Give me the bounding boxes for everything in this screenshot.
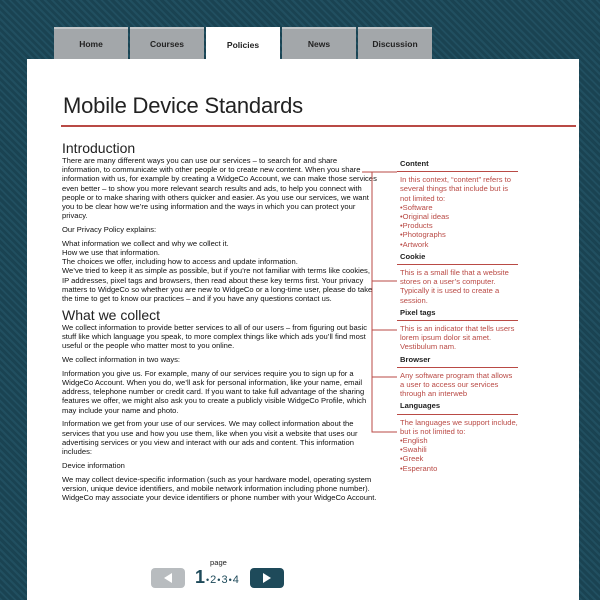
page-separator: • (228, 575, 232, 585)
collect-paragraph: We collect information in two ways: (62, 355, 181, 365)
glossary-list: English Swahili Greek Esperanto (400, 436, 518, 473)
collect-paragraph: We may collect device-specific informati… (62, 474, 377, 503)
glossary-description: The languages we support include, but is… (400, 417, 518, 436)
collect-subheading: Device information (62, 460, 125, 470)
list-item: Software (400, 203, 518, 212)
collect-paragraph: Information we get from your use of our … (62, 419, 358, 457)
glossary-term: Languages (397, 401, 518, 415)
list-item: Artwork (400, 240, 518, 249)
glossary-entry-pixel-tags: Pixel tags This is an indicator that tel… (397, 308, 518, 352)
previous-page-button[interactable] (151, 568, 185, 588)
list-item: Greek (400, 454, 518, 463)
glossary-entry-languages: Languages The languages we support inclu… (397, 401, 518, 473)
triangle-left-icon (164, 573, 172, 583)
list-item: Esperanto (400, 464, 518, 473)
page-separator: • (206, 575, 210, 585)
page-number-current[interactable]: 1 (195, 567, 205, 588)
top-navigation: Home Courses Policies News Discussion (54, 27, 432, 60)
glossary-term: Browser (397, 355, 518, 368)
policy-list-item: What information we collect and why we c… (62, 238, 229, 248)
page-number-3[interactable]: 3 (221, 574, 227, 586)
tab-home[interactable]: Home (54, 27, 128, 59)
policy-list-item: How we use that information. (62, 248, 160, 258)
list-item: Photographs (400, 230, 518, 239)
page-separator: • (217, 575, 221, 585)
triangle-right-icon (263, 573, 271, 583)
glossary-description: In this context, “content” refers to sev… (400, 175, 512, 203)
title-divider (61, 125, 576, 127)
glossary-sidebar: Content In this context, “content” refer… (397, 159, 518, 476)
glossary-list: Software Original ideas Products Photogr… (400, 203, 518, 249)
main-content: Introduction There are many different wa… (62, 141, 378, 507)
page-label: page (210, 558, 227, 567)
list-item: Original ideas (400, 212, 518, 221)
collect-paragraph: We collect information to provide better… (62, 322, 368, 351)
tab-news[interactable]: News (282, 27, 356, 59)
glossary-description: Any software program that allows a user … (400, 370, 513, 399)
content-card: Mobile Device Standards Introduction The… (27, 59, 579, 600)
tab-discussion[interactable]: Discussion (358, 27, 432, 59)
tab-courses[interactable]: Courses (130, 27, 204, 59)
intro-paragraph: Our Privacy Policy explains: (62, 225, 157, 235)
glossary-description: This is a small file that a website stor… (400, 268, 509, 305)
policy-list-item: The choices we offer, including how to a… (62, 257, 298, 267)
glossary-description: This is an indicator that tells users lo… (400, 324, 515, 352)
page-title: Mobile Device Standards (63, 93, 303, 118)
page-number-4[interactable]: 4 (233, 574, 239, 586)
intro-paragraph: There are many different ways you can us… (62, 156, 377, 221)
glossary-entry-browser: Browser Any software program that allows… (397, 355, 518, 399)
glossary-entry-cookie: Cookie This is a small file that a websi… (397, 252, 518, 305)
section-heading-introduction: Introduction (62, 140, 136, 156)
list-item: English (400, 436, 518, 445)
intro-paragraph: We’ve tried to keep it as simple as poss… (62, 266, 373, 304)
glossary-term: Pixel tags (397, 308, 518, 322)
tab-policies[interactable]: Policies (206, 27, 280, 60)
list-item: Swahili (400, 445, 518, 454)
collect-paragraph: Information you give us. For example, ma… (62, 368, 367, 415)
glossary-term: Content (397, 159, 518, 173)
page-number-2[interactable]: 2 (210, 574, 216, 586)
list-item: Products (400, 221, 518, 230)
glossary-entry-content: Content In this context, “content” refer… (397, 159, 518, 249)
section-heading-what-we-collect: What we collect (62, 306, 161, 323)
glossary-term: Cookie (397, 252, 518, 266)
page-numbers: 1 • 2 • 3 • 4 (195, 567, 239, 588)
next-page-button[interactable] (250, 568, 284, 588)
